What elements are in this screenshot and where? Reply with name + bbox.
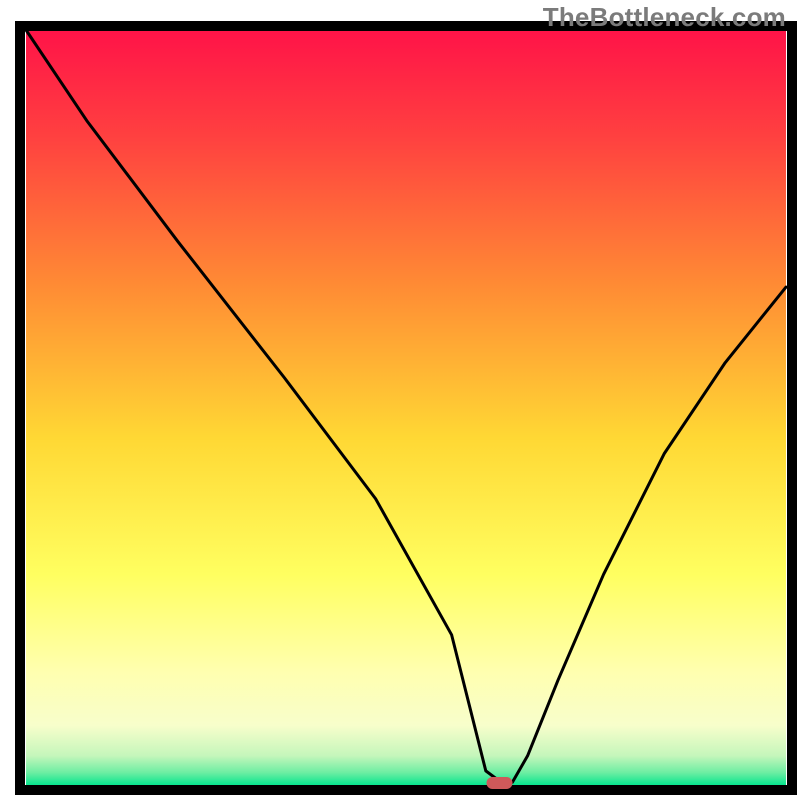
plot-area xyxy=(20,26,792,790)
watermark-label: TheBottleneck.com xyxy=(543,2,786,33)
bottleneck-chart xyxy=(0,0,800,800)
gradient-background xyxy=(26,30,786,786)
optimal-marker xyxy=(486,777,512,789)
chart-container: TheBottleneck.com xyxy=(0,0,800,800)
